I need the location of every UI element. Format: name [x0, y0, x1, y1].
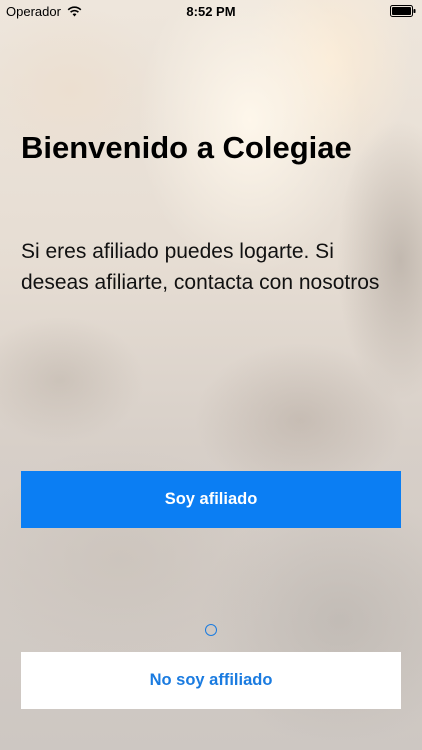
status-bar: Operador 8:52 PM: [0, 0, 422, 22]
welcome-title: Bienvenido a Colegiae: [21, 130, 352, 165]
blurred-background-image: [0, 0, 422, 750]
not-affiliate-button[interactable]: No soy affiliado: [21, 652, 401, 709]
affiliate-button[interactable]: Soy afiliado: [21, 471, 401, 528]
status-time: 8:52 PM: [186, 4, 236, 19]
welcome-screen: Operador 8:52 PM Bienvenido a Colegiae S…: [0, 0, 422, 750]
page-indicator-dot: [205, 624, 217, 636]
not-affiliate-button-label: No soy affiliado: [149, 671, 273, 689]
affiliate-button-label: Soy afiliado: [164, 490, 258, 508]
battery-icon: [390, 5, 416, 17]
welcome-message: Si eres afiliado puedes logarte. Si dese…: [21, 240, 380, 294]
